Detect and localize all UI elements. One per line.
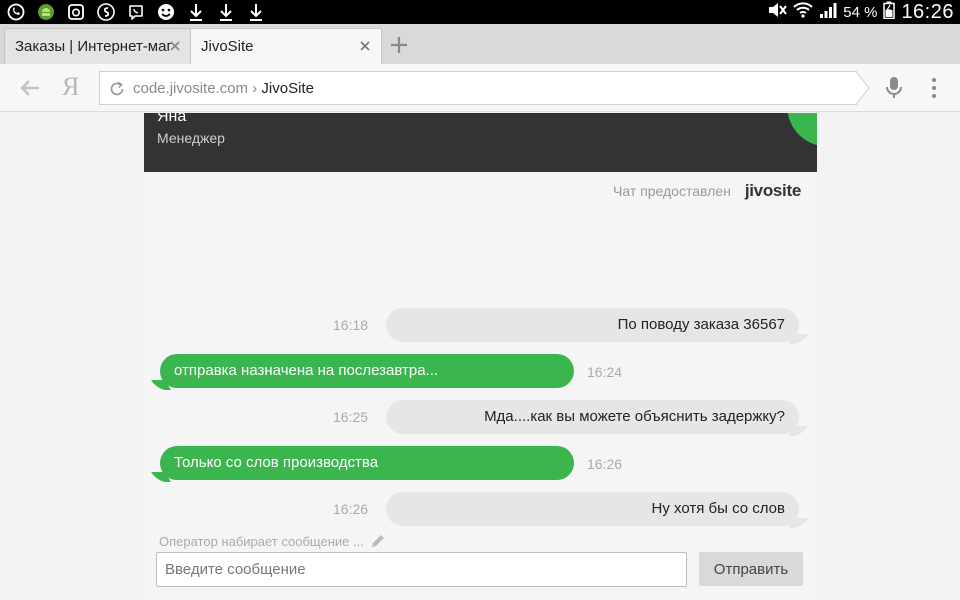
tab-orders[interactable]: Заказы | Интернет-маг [4,28,192,64]
yandex-logo[interactable]: Я [62,72,79,102]
url-domain: code.jivosite.com [133,80,249,97]
close-icon[interactable] [167,38,183,54]
message-time: 16:26 [333,501,369,517]
download-icon [216,2,236,22]
wifi-icon [793,1,813,24]
new-tab-plus-icon[interactable] [388,34,410,56]
close-icon[interactable] [357,38,373,54]
download-icon [186,2,206,22]
viber-icon [126,2,146,22]
battery-icon [883,1,896,24]
clock: 16:26 [901,0,954,23]
message-operator: Только со слов производства [160,446,574,480]
chat-widget: Яна Менеджер Чат предоставлен jivosite 1… [144,113,817,600]
typing-text: Оператор набирает сообщение ... [159,533,364,549]
chat-header: Яна Менеджер [144,113,817,172]
powered-by-text: Чат предоставлен [613,183,731,199]
overflow-menu-icon[interactable] [926,77,942,99]
message-input[interactable] [156,552,687,587]
address-bar-arrow [856,71,870,105]
message-visitor: Ну хотя бы со слов [386,492,799,526]
tab-bar: Заказы | Интернет-маг JivoSite [0,24,960,64]
message-time: 16:24 [587,364,623,380]
send-button[interactable]: Отправить [699,552,803,586]
mute-icon [767,1,788,24]
url-text: code.jivosite.com › JivoSite [133,80,314,97]
tab-title: JivoSite [201,38,254,55]
shazam-icon [96,2,116,22]
smiley-icon [156,2,176,22]
tab-title: Заказы | Интернет-маг [15,38,171,55]
pencil-icon [370,533,386,549]
android-icon [36,2,56,22]
message-time: 16:26 [587,456,623,472]
signal-icon [819,1,837,24]
back-arrow-icon[interactable] [18,77,42,99]
operator-role: Менеджер [157,130,225,146]
page-content: Яна Менеджер Чат предоставлен jivosite 1… [0,113,960,600]
url-page: JivoSite [261,80,314,97]
browser-toolbar: Я code.jivosite.com › JivoSite [0,64,960,112]
operator-name: Яна [157,113,187,125]
header-leaf-decoration [785,113,817,152]
reload-icon[interactable] [108,80,126,98]
jivosite-logo[interactable]: jivosite [745,181,801,201]
typing-indicator: Оператор набирает сообщение ... [159,533,386,549]
message-visitor: По поводу заказа 36567 [386,308,799,342]
instagram-icon [66,2,86,22]
url-separator: › [248,80,262,97]
microphone-icon[interactable] [884,76,904,100]
powered-by: Чат предоставлен jivosite [613,181,801,201]
whatsapp-icon [6,2,26,22]
message-time: 16:18 [333,317,369,333]
download-icon [246,2,266,22]
battery-percent: 54 % [843,3,878,21]
message-operator: отправка назначена на послезавтра... [160,354,574,388]
message-visitor: Мда....как вы можете объяснить задержку? [386,400,799,434]
status-bar: 54 % 16:26 [0,0,960,24]
address-bar[interactable]: code.jivosite.com › JivoSite [99,71,870,105]
message-time: 16:25 [333,409,369,425]
tab-jivosite[interactable]: JivoSite [190,28,382,64]
